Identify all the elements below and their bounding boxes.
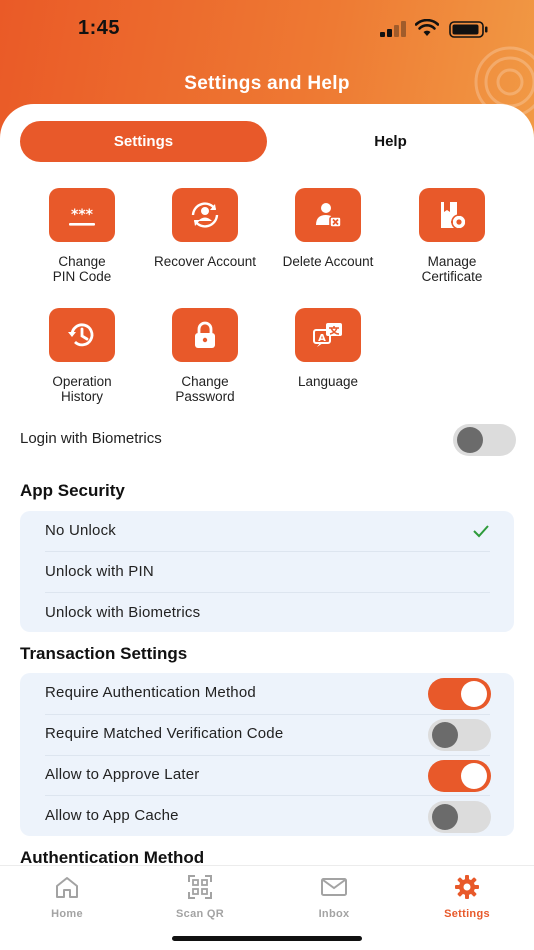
biometrics-label: Login with Biometrics [20, 430, 162, 447]
require-verification-code-toggle[interactable] [428, 719, 491, 751]
home-indicator [172, 936, 362, 941]
tile-label: Change Password [175, 374, 235, 404]
app-security-panel: No Unlock Unlock with PIN Unlock with Bi… [20, 511, 514, 632]
tile-label: Delete Account [282, 254, 374, 269]
tile-label: Manage Certificate [421, 254, 483, 284]
lock-icon [172, 308, 238, 362]
tile-label: Operation History [52, 374, 112, 404]
tab-help[interactable]: Help [267, 121, 514, 162]
app-cache-toggle[interactable] [428, 801, 491, 833]
status-bar: 1:45 [0, 0, 534, 60]
tab-settings[interactable]: Settings [20, 121, 267, 162]
gear-icon [455, 875, 479, 899]
tab-home[interactable]: Home [0, 874, 134, 920]
history-icon [49, 308, 115, 362]
settings-sheet: Settings Help *** Change PIN Code Recove… [0, 104, 534, 950]
toggle-knob [461, 681, 487, 707]
option-label: Unlock with Biometrics [45, 604, 201, 621]
option-label: No Unlock [45, 522, 116, 539]
change-password-tile[interactable]: Change Password [143, 308, 267, 404]
tab-settings-nav[interactable]: Settings [400, 874, 534, 920]
tab-scan-qr[interactable]: Scan QR [133, 874, 267, 920]
approve-later-toggle[interactable] [428, 760, 491, 792]
biometrics-toggle[interactable] [453, 424, 516, 456]
pin-code-icon: *** [49, 188, 115, 242]
setting-label: Require Matched Verification Code [45, 725, 284, 742]
require-auth-method-toggle[interactable] [428, 678, 491, 710]
tab-label: Scan QR [176, 908, 224, 920]
toggle-knob [432, 804, 458, 830]
transaction-settings-panel: Require Authentication Method Require Ma… [20, 673, 514, 836]
inbox-icon [321, 878, 347, 896]
delete-account-tile[interactable]: Delete Account [266, 188, 390, 269]
app-cache-row: Allow to App Cache [45, 796, 491, 837]
require-auth-method-row: Require Authentication Method [45, 673, 491, 714]
option-label: Unlock with PIN [45, 563, 154, 580]
tab-label: Home [51, 908, 83, 920]
recover-account-icon [172, 188, 238, 242]
scan-qr-icon [188, 875, 212, 899]
language-icon: A [295, 308, 361, 362]
wifi-icon [415, 19, 439, 36]
setting-label: Allow to App Cache [45, 807, 179, 824]
certificate-icon [419, 188, 485, 242]
tab-label: Settings [444, 908, 490, 920]
home-icon [56, 877, 78, 898]
checkmark-icon [473, 525, 489, 538]
option-unlock-pin[interactable]: Unlock with PIN [45, 552, 490, 593]
option-unlock-biometrics[interactable]: Unlock with Biometrics [45, 593, 490, 634]
option-no-unlock[interactable]: No Unlock [45, 511, 490, 552]
page-title: Settings and Help [184, 73, 350, 94]
battery-icon [449, 21, 488, 38]
toggle-knob [457, 427, 483, 453]
biometrics-row: Login with Biometrics [20, 424, 516, 456]
segmented-control: Settings Help [20, 121, 514, 162]
tile-label: Recover Account [153, 254, 257, 269]
require-verification-code-row: Require Matched Verification Code [45, 714, 491, 755]
transaction-settings-title: Transaction Settings [20, 644, 188, 663]
toggle-knob [432, 722, 458, 748]
tile-label: Change PIN Code [52, 254, 112, 284]
status-time: 1:45 [78, 17, 121, 39]
delete-account-icon [295, 188, 361, 242]
operation-history-tile[interactable]: Operation History [20, 308, 144, 404]
cellular-signal-icon [380, 21, 406, 37]
tile-label: Language [297, 374, 359, 389]
manage-certificate-tile[interactable]: Manage Certificate [390, 188, 514, 284]
svg-text:***: *** [71, 207, 94, 223]
change-pin-tile[interactable]: *** Change PIN Code [20, 188, 144, 284]
approve-later-row: Allow to Approve Later [45, 755, 491, 796]
app-security-title: App Security [20, 481, 125, 500]
tab-inbox[interactable]: Inbox [267, 874, 401, 920]
setting-label: Allow to Approve Later [45, 766, 200, 783]
setting-label: Require Authentication Method [45, 684, 256, 701]
recover-account-tile[interactable]: Recover Account [143, 188, 267, 269]
language-tile[interactable]: A Language [266, 308, 390, 389]
tab-label: Inbox [318, 908, 350, 920]
toggle-knob [461, 763, 487, 789]
svg-text:A: A [318, 333, 326, 344]
